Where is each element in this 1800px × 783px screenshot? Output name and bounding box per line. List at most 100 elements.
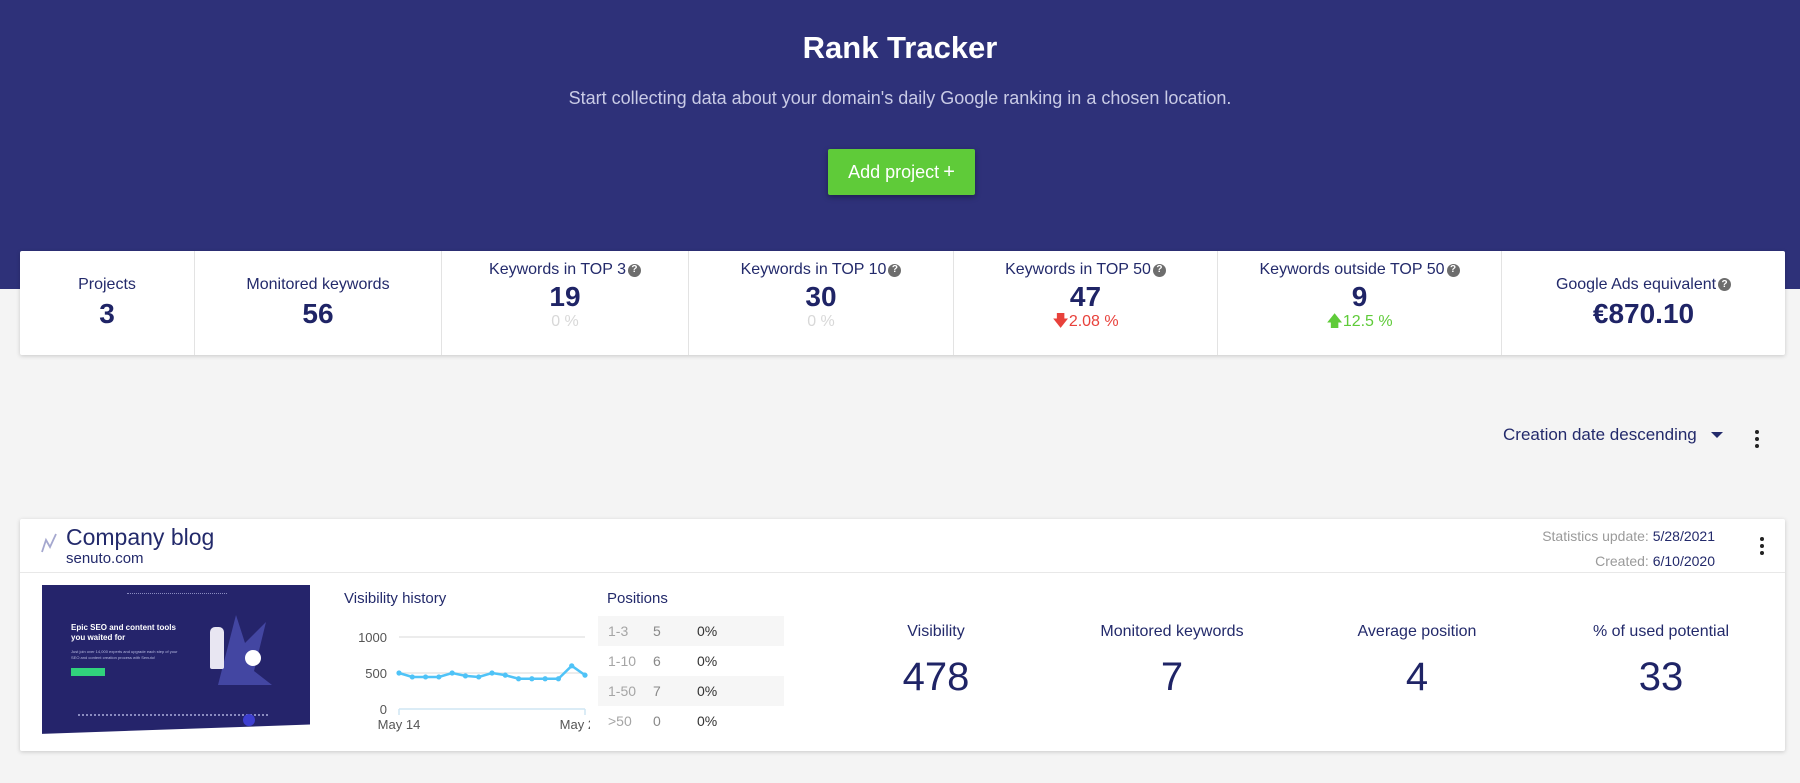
data-point[interactable] bbox=[542, 676, 548, 682]
metric-label: % of used potential bbox=[1592, 623, 1730, 640]
metric-value: 7 bbox=[1160, 655, 1184, 699]
summary-stats: Projects 3 Monitored keywords 56 Keyword… bbox=[20, 251, 1785, 355]
stat-label: Keywords in TOP 10 bbox=[740, 261, 887, 278]
help-icon[interactable]: ? bbox=[1446, 263, 1460, 277]
stat-value: 9 bbox=[1351, 281, 1368, 312]
stat-label: Keywords in TOP 50 bbox=[1005, 261, 1151, 278]
position-count: 7 bbox=[653, 683, 661, 699]
add-project-button[interactable]: Add project + bbox=[828, 149, 975, 195]
data-point[interactable] bbox=[515, 676, 522, 682]
stat-monitored-keywords: Monitored keywords 56 bbox=[195, 251, 442, 355]
arrow-up-icon: 🡅 bbox=[1326, 313, 1343, 331]
stat-keywords-outside-top50: Keywords outside TOP 50? 9 🡅12.5 % bbox=[1218, 251, 1502, 355]
metric-value: 4 bbox=[1405, 655, 1429, 699]
data-point[interactable] bbox=[476, 674, 482, 680]
metric-used-potential: % of used potential 33 bbox=[1541, 623, 1781, 700]
sort-dropdown[interactable]: Creation date descending bbox=[1503, 425, 1723, 445]
stat-change: 0 % bbox=[807, 313, 835, 331]
position-count: 0 bbox=[653, 713, 661, 729]
data-point[interactable] bbox=[489, 670, 495, 676]
help-icon[interactable]: ? bbox=[627, 263, 641, 277]
astronaut-illustration bbox=[210, 627, 224, 669]
y-tick-label: 500 bbox=[365, 666, 387, 681]
x-tick-label: May 14 bbox=[378, 717, 421, 732]
data-point[interactable] bbox=[449, 670, 455, 676]
data-point[interactable] bbox=[422, 674, 429, 680]
project-menu-icon[interactable] bbox=[1760, 537, 1764, 555]
project-thumbnail[interactable]: Epic SEO and content tools you waited fo… bbox=[42, 585, 310, 735]
page-title: Rank Tracker bbox=[802, 30, 998, 65]
data-point[interactable] bbox=[396, 670, 402, 676]
data-point[interactable] bbox=[555, 676, 562, 682]
metric-average-position: Average position 4 bbox=[1297, 623, 1537, 700]
help-icon[interactable]: ? bbox=[1152, 263, 1166, 277]
visibility-history-title: Visibility history bbox=[344, 590, 447, 607]
stat-keywords-top10: Keywords in TOP 10? 30 0 % bbox=[689, 251, 954, 355]
stat-change: 2.08 % bbox=[1068, 313, 1119, 331]
stat-label: Keywords outside TOP 50 bbox=[1259, 261, 1445, 278]
page-subtitle: Start collecting data about your domain'… bbox=[568, 88, 1232, 108]
x-tick-label: May 28 bbox=[560, 717, 590, 732]
more-options-icon[interactable] bbox=[1755, 430, 1759, 448]
project-card[interactable]: Company blog senuto.com Statistics updat… bbox=[20, 519, 1785, 751]
y-tick-label: 0 bbox=[380, 702, 387, 717]
position-percent: 0% bbox=[697, 623, 718, 639]
metric-label: Monitored keywords bbox=[1100, 623, 1244, 640]
metric-value: 33 bbox=[1638, 655, 1684, 699]
statistics-update-date: 5/28/2021 bbox=[1652, 528, 1715, 544]
stat-value: 30 bbox=[805, 281, 837, 312]
project-meta: Statistics update: 5/28/2021 Created: 6/… bbox=[1542, 524, 1715, 574]
positions-row: >50 0 0% bbox=[598, 706, 784, 736]
data-point[interactable] bbox=[409, 674, 415, 680]
position-range: 1-10 bbox=[608, 653, 637, 669]
position-percent: 0% bbox=[697, 683, 718, 699]
stat-keywords-top50: Keywords in TOP 50? 47 🡇2.08 % bbox=[954, 251, 1218, 355]
help-icon[interactable]: ? bbox=[1718, 278, 1732, 292]
trend-icon bbox=[41, 533, 57, 553]
data-point[interactable] bbox=[502, 672, 508, 678]
sort-selected-label: Creation date descending bbox=[1503, 425, 1697, 444]
visibility-history-chart: 1000 500 0May 14 May 28 bbox=[358, 630, 590, 732]
position-percent: 0% bbox=[697, 653, 718, 669]
stat-value: 3 bbox=[99, 297, 115, 329]
position-percent: 0% bbox=[697, 713, 718, 729]
stat-change: 0 % bbox=[551, 313, 579, 331]
stat-google-ads-equivalent: Google Ads equivalent? €870.10 bbox=[1502, 251, 1785, 355]
stat-label: Keywords in TOP 3 bbox=[489, 261, 626, 278]
stat-projects: Projects 3 bbox=[20, 251, 195, 355]
y-tick-label: 1000 bbox=[358, 630, 387, 645]
project-card-header: Company blog senuto.com Statistics updat… bbox=[20, 519, 1785, 573]
project-domain: senuto.com bbox=[66, 550, 144, 567]
positions-table: 1-3 5 0% 1-10 6 0% 1-50 7 0% >50 0 0% bbox=[598, 616, 784, 736]
position-count: 5 bbox=[653, 623, 661, 639]
metric-value: 478 bbox=[902, 655, 970, 699]
statistics-update-label: Statistics update: bbox=[1542, 528, 1649, 544]
data-point[interactable] bbox=[569, 663, 575, 669]
data-point[interactable] bbox=[529, 676, 535, 682]
positions-row: 1-10 6 0% bbox=[598, 646, 784, 676]
add-project-label: Add project bbox=[848, 161, 940, 182]
stat-label: Monitored keywords bbox=[246, 275, 390, 293]
plus-icon: + bbox=[943, 160, 955, 183]
created-date: 6/10/2020 bbox=[1652, 553, 1715, 569]
stat-change: 12.5 % bbox=[1342, 313, 1393, 331]
metric-monitored-keywords: Monitored keywords 7 bbox=[1052, 623, 1292, 700]
stat-value: 19 bbox=[549, 281, 581, 312]
help-icon[interactable]: ? bbox=[888, 263, 902, 277]
data-point[interactable] bbox=[462, 673, 469, 679]
created-label: Created: bbox=[1595, 553, 1649, 569]
positions-title: Positions bbox=[607, 590, 668, 607]
data-point[interactable] bbox=[436, 674, 442, 680]
thumbnail-headline: Epic SEO and content tools you waited fo… bbox=[71, 623, 176, 642]
stat-label: Google Ads equivalent bbox=[1555, 275, 1717, 293]
data-point[interactable] bbox=[582, 672, 588, 678]
stat-value: €870.10 bbox=[1592, 297, 1695, 329]
thumbnail-body: Just join over 14,000 experts and upgrad… bbox=[71, 649, 178, 660]
play-icon bbox=[245, 650, 261, 666]
position-range: 1-50 bbox=[608, 683, 637, 699]
project-name[interactable]: Company blog bbox=[66, 524, 214, 551]
position-range: >50 bbox=[608, 713, 632, 729]
stat-keywords-top3: Keywords in TOP 3? 19 0 % bbox=[442, 251, 689, 355]
positions-row: 1-50 7 0% bbox=[598, 676, 784, 706]
stat-value: 56 bbox=[302, 297, 334, 329]
